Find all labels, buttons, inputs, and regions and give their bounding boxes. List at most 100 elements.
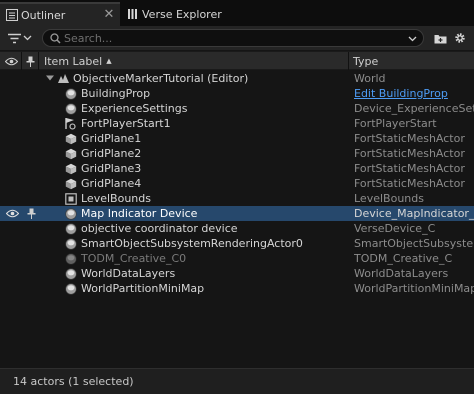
tree-row[interactable]: LevelBounds LevelBounds: [0, 191, 474, 206]
tree-row[interactable]: WorldPartitionMiniMap WorldPartitionMini…: [0, 281, 474, 296]
tree-row[interactable]: GridPlane1 FortStaticMeshActor: [0, 131, 474, 146]
level-bounds-icon: [64, 192, 77, 205]
actor-sphere-icon: [64, 267, 77, 280]
eye-icon: [5, 209, 19, 218]
tree-row-label: Map Indicator Device: [81, 207, 198, 220]
tree-row[interactable]: BuildingProp Edit BuildingProp: [0, 86, 474, 101]
tree-row-type: TODM_Creative_C: [354, 252, 453, 265]
tree-row[interactable]: SmartObjectSubsystemRenderingActor0 Smar…: [0, 236, 474, 251]
tab-bar: Outliner ✕ Verse Explorer: [0, 0, 474, 26]
item-label-header-text: Item Label: [44, 54, 103, 68]
tree-row-type: WorldDataLayers: [354, 267, 449, 280]
tree-row-type: FortStaticMeshActor: [354, 177, 465, 190]
tree-row-label: GridPlane3: [81, 162, 142, 175]
actor-sphere-icon: [64, 237, 77, 250]
tree-row-label: ObjectiveMarkerTutorial (Editor): [73, 72, 249, 85]
visibility-toggle[interactable]: [5, 207, 19, 220]
close-icon[interactable]: ✕: [102, 8, 116, 22]
tree-row-label: BuildingProp: [81, 87, 151, 100]
filter-icon: [8, 33, 21, 43]
column-separator[interactable]: [348, 52, 349, 70]
search-icon: [46, 32, 64, 44]
tree-row-label: objective coordinator device: [81, 222, 238, 235]
pin-toggle[interactable]: [25, 207, 37, 220]
pin-column-header[interactable]: [26, 52, 35, 70]
actor-sphere-icon: [64, 87, 77, 100]
tab-verse-explorer[interactable]: Verse Explorer: [121, 2, 251, 26]
pin-icon: [27, 208, 35, 219]
static-mesh-icon: [64, 132, 77, 145]
tab-outliner-label: Outliner: [21, 8, 66, 22]
tree-row[interactable]: GridPlane3 FortStaticMeshActor: [0, 161, 474, 176]
tree-row-type: FortStaticMeshActor: [354, 132, 465, 145]
tree-row-label: WorldDataLayers: [81, 267, 176, 280]
actor-sphere-icon: [64, 252, 77, 265]
static-mesh-icon: [64, 162, 77, 175]
search-input[interactable]: [64, 31, 394, 45]
tree-row-label: GridPlane4: [81, 177, 142, 190]
tree-row[interactable]: FortPlayerStart1 FortPlayerStart: [0, 116, 474, 131]
outliner-icon: [3, 9, 21, 21]
tree-row-type: FortStaticMeshActor: [354, 162, 465, 175]
tree-row-type: FortStaticMeshActor: [354, 147, 465, 160]
tree-row-type: SmartObjectSubsystemRenderingActor: [354, 237, 474, 250]
tree-row-type: FortPlayerStart: [354, 117, 437, 130]
search-options-chevron-icon[interactable]: [408, 32, 417, 45]
verse-icon: [124, 8, 142, 20]
actor-count-text: 14 actors (1 selected): [13, 375, 134, 388]
tree-row[interactable]: ExperienceSettings Device_ExperienceSett…: [0, 101, 474, 116]
column-header: Item Label ▲ Type: [0, 51, 474, 70]
expand-arrow-icon[interactable]: [45, 73, 55, 83]
sort-ascending-icon: ▲: [106, 57, 112, 65]
tree-row[interactable]: WorldDataLayers WorldDataLayers: [0, 266, 474, 281]
chevron-down-icon: [23, 35, 32, 41]
player-start-icon: [64, 117, 77, 130]
type-column-header[interactable]: Type: [353, 52, 378, 70]
column-separator: [38, 52, 39, 70]
item-label-column-header[interactable]: Item Label ▲: [44, 52, 112, 70]
tree-row[interactable]: GridPlane4 FortStaticMeshActor: [0, 176, 474, 191]
tab-outliner[interactable]: Outliner ✕: [0, 2, 120, 26]
visibility-column-header[interactable]: [5, 52, 18, 70]
world-icon: [57, 72, 70, 85]
status-bar: 14 actors (1 selected): [0, 368, 474, 394]
type-header-text: Type: [353, 54, 379, 68]
eye-icon: [5, 57, 18, 65]
tree-row-label: TODM_Creative_C0: [81, 252, 187, 265]
tree-row-label: SmartObjectSubsystemRenderingActor0: [81, 237, 303, 250]
static-mesh-icon: [64, 147, 77, 160]
tree-row-label: GridPlane1: [81, 132, 142, 145]
tree-row-label: ExperienceSettings: [81, 102, 188, 115]
actor-sphere-icon: [64, 102, 77, 115]
tree-row-type: LevelBounds: [354, 192, 424, 205]
settings-button[interactable]: [452, 31, 468, 45]
actor-sphere-icon: [64, 282, 77, 295]
filter-button[interactable]: [8, 30, 38, 46]
tree-row[interactable]: TODM_Creative_C0 TODM_Creative_C: [0, 251, 474, 266]
tree-row-type: World: [354, 72, 386, 85]
search-box: [42, 29, 424, 47]
column-separator: [21, 52, 22, 70]
tree-row-selected[interactable]: Map Indicator Device Device_MapIndicator…: [0, 206, 474, 221]
tree-row-type: Device_MapIndicator_V2_C: [354, 207, 474, 220]
actor-sphere-icon: [64, 207, 77, 220]
actor-sphere-icon: [64, 222, 77, 235]
tree-row-type: WorldPartitionMiniMap: [354, 282, 474, 295]
tree-row-label: LevelBounds: [81, 192, 151, 205]
tab-verse-explorer-label: Verse Explorer: [142, 7, 222, 21]
tree-row[interactable]: GridPlane2 FortStaticMeshActor: [0, 146, 474, 161]
tree-row-world[interactable]: ObjectiveMarkerTutorial (Editor) World: [0, 71, 474, 86]
tree-row[interactable]: objective coordinator device VerseDevice…: [0, 221, 474, 236]
gear-icon: [455, 33, 465, 43]
tree-row-label: FortPlayerStart1: [81, 117, 171, 130]
tree-row-label: GridPlane2: [81, 147, 142, 160]
toolbar: [0, 26, 474, 50]
static-mesh-icon: [64, 177, 77, 190]
edit-blueprint-link[interactable]: Edit BuildingProp: [354, 86, 474, 101]
pin-icon: [26, 56, 35, 67]
tree-row-type: Device_ExperienceSettings: [354, 102, 474, 115]
tree-row-type: VerseDevice_C: [354, 222, 436, 235]
folder-add-icon: [434, 34, 446, 43]
tree-row-label: WorldPartitionMiniMap: [81, 282, 205, 295]
add-folder-button[interactable]: [432, 31, 448, 45]
